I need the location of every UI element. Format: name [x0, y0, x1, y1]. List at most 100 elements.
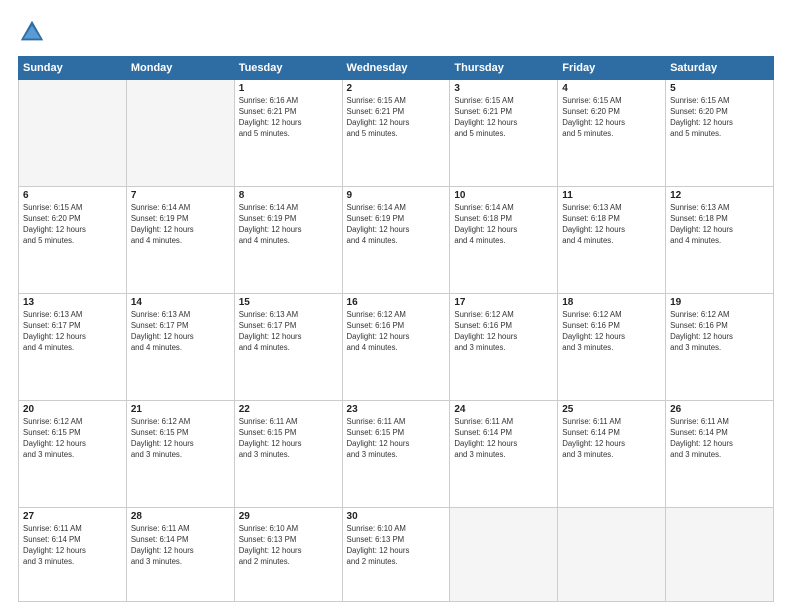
day-info: Sunrise: 6:13 AM Sunset: 6:17 PM Dayligh… — [131, 310, 230, 354]
day-info: Sunrise: 6:14 AM Sunset: 6:19 PM Dayligh… — [347, 203, 446, 247]
header — [18, 18, 774, 46]
calendar-cell: 25 Sunrise: 6:11 AM Sunset: 6:14 PM Dayli… — [558, 401, 666, 508]
day-number: 19 — [670, 297, 769, 308]
calendar-cell: 9 Sunrise: 6:14 AM Sunset: 6:19 PM Daylig… — [342, 187, 450, 294]
calendar-cell: 26 Sunrise: 6:11 AM Sunset: 6:14 PM Dayli… — [666, 401, 774, 508]
day-info: Sunrise: 6:11 AM Sunset: 6:15 PM Dayligh… — [347, 417, 446, 461]
day-number: 21 — [131, 404, 230, 415]
calendar-week-row: 1 Sunrise: 6:16 AM Sunset: 6:21 PM Daylig… — [19, 80, 774, 187]
day-info: Sunrise: 6:14 AM Sunset: 6:18 PM Dayligh… — [454, 203, 553, 247]
calendar-cell: 3 Sunrise: 6:15 AM Sunset: 6:21 PM Daylig… — [450, 80, 558, 187]
calendar-header-monday: Monday — [126, 57, 234, 80]
day-info: Sunrise: 6:16 AM Sunset: 6:21 PM Dayligh… — [239, 96, 338, 140]
day-info: Sunrise: 6:15 AM Sunset: 6:21 PM Dayligh… — [454, 96, 553, 140]
day-number: 25 — [562, 404, 661, 415]
day-info: Sunrise: 6:11 AM Sunset: 6:14 PM Dayligh… — [23, 524, 122, 568]
calendar-header-sunday: Sunday — [19, 57, 127, 80]
calendar-header-thursday: Thursday — [450, 57, 558, 80]
day-number: 14 — [131, 297, 230, 308]
day-number: 13 — [23, 297, 122, 308]
day-info: Sunrise: 6:11 AM Sunset: 6:14 PM Dayligh… — [454, 417, 553, 461]
calendar-cell: 21 Sunrise: 6:12 AM Sunset: 6:15 PM Dayli… — [126, 401, 234, 508]
calendar-cell: 7 Sunrise: 6:14 AM Sunset: 6:19 PM Daylig… — [126, 187, 234, 294]
calendar-cell — [558, 508, 666, 602]
day-number: 17 — [454, 297, 553, 308]
day-info: Sunrise: 6:10 AM Sunset: 6:13 PM Dayligh… — [239, 524, 338, 568]
day-info: Sunrise: 6:11 AM Sunset: 6:15 PM Dayligh… — [239, 417, 338, 461]
day-number: 23 — [347, 404, 446, 415]
day-number: 27 — [23, 511, 122, 522]
calendar-cell — [450, 508, 558, 602]
calendar-cell: 18Sunrise: 6:12 AM Sunset: 6:16 PM Dayli… — [558, 294, 666, 401]
calendar-cell: 10 Sunrise: 6:14 AM Sunset: 6:18 PM Dayli… — [450, 187, 558, 294]
day-number: 24 — [454, 404, 553, 415]
calendar-week-row: 13 Sunrise: 6:13 AM Sunset: 6:17 PM Dayli… — [19, 294, 774, 401]
day-number: 28 — [131, 511, 230, 522]
day-number: 30 — [347, 511, 446, 522]
calendar-header-saturday: Saturday — [666, 57, 774, 80]
calendar-cell — [126, 80, 234, 187]
day-number: 6 — [23, 190, 122, 201]
calendar-cell: 5Sunrise: 6:15 AM Sunset: 6:20 PM Daylig… — [666, 80, 774, 187]
calendar-cell: 29 Sunrise: 6:10 AM Sunset: 6:13 PM Dayli… — [234, 508, 342, 602]
calendar-cell: 16Sunrise: 6:12 AM Sunset: 6:16 PM Dayli… — [342, 294, 450, 401]
calendar-cell: 1 Sunrise: 6:16 AM Sunset: 6:21 PM Daylig… — [234, 80, 342, 187]
calendar-cell: 23 Sunrise: 6:11 AM Sunset: 6:15 PM Dayli… — [342, 401, 450, 508]
day-info: Sunrise: 6:15 AM Sunset: 6:20 PM Dayligh… — [562, 96, 661, 140]
calendar-cell: 15Sunrise: 6:13 AM Sunset: 6:17 PM Dayli… — [234, 294, 342, 401]
day-info: Sunrise: 6:12 AM Sunset: 6:15 PM Dayligh… — [23, 417, 122, 461]
calendar-cell: 6Sunrise: 6:15 AM Sunset: 6:20 PM Daylig… — [19, 187, 127, 294]
calendar-week-row: 27 Sunrise: 6:11 AM Sunset: 6:14 PM Dayli… — [19, 508, 774, 602]
day-info: Sunrise: 6:13 AM Sunset: 6:17 PM Dayligh… — [23, 310, 122, 354]
calendar-cell: 2 Sunrise: 6:15 AM Sunset: 6:21 PM Daylig… — [342, 80, 450, 187]
day-number: 1 — [239, 83, 338, 94]
calendar-cell: 19 Sunrise: 6:12 AM Sunset: 6:16 PM Dayli… — [666, 294, 774, 401]
day-number: 2 — [347, 83, 446, 94]
day-info: Sunrise: 6:12 AM Sunset: 6:16 PM Dayligh… — [670, 310, 769, 354]
day-info: Sunrise: 6:14 AM Sunset: 6:19 PM Dayligh… — [131, 203, 230, 247]
calendar-cell: 30 Sunrise: 6:10 AM Sunset: 6:13 PM Dayli… — [342, 508, 450, 602]
calendar-cell: 20Sunrise: 6:12 AM Sunset: 6:15 PM Dayli… — [19, 401, 127, 508]
day-number: 4 — [562, 83, 661, 94]
calendar-header-friday: Friday — [558, 57, 666, 80]
day-number: 7 — [131, 190, 230, 201]
day-info: Sunrise: 6:10 AM Sunset: 6:13 PM Dayligh… — [347, 524, 446, 568]
calendar-cell: 14 Sunrise: 6:13 AM Sunset: 6:17 PM Dayli… — [126, 294, 234, 401]
day-info: Sunrise: 6:11 AM Sunset: 6:14 PM Dayligh… — [562, 417, 661, 461]
day-number: 9 — [347, 190, 446, 201]
day-info: Sunrise: 6:12 AM Sunset: 6:15 PM Dayligh… — [131, 417, 230, 461]
calendar-header-tuesday: Tuesday — [234, 57, 342, 80]
calendar-cell: 28 Sunrise: 6:11 AM Sunset: 6:14 PM Dayli… — [126, 508, 234, 602]
day-number: 10 — [454, 190, 553, 201]
day-number: 12 — [670, 190, 769, 201]
day-number: 18 — [562, 297, 661, 308]
day-info: Sunrise: 6:15 AM Sunset: 6:21 PM Dayligh… — [347, 96, 446, 140]
calendar-cell: 17Sunrise: 6:12 AM Sunset: 6:16 PM Dayli… — [450, 294, 558, 401]
calendar-cell — [19, 80, 127, 187]
day-number: 22 — [239, 404, 338, 415]
calendar-header-wednesday: Wednesday — [342, 57, 450, 80]
day-info: Sunrise: 6:13 AM Sunset: 6:18 PM Dayligh… — [562, 203, 661, 247]
page: SundayMondayTuesdayWednesdayThursdayFrid… — [0, 0, 792, 612]
logo-icon — [18, 18, 46, 46]
day-info: Sunrise: 6:12 AM Sunset: 6:16 PM Dayligh… — [347, 310, 446, 354]
day-info: Sunrise: 6:11 AM Sunset: 6:14 PM Dayligh… — [131, 524, 230, 568]
calendar-header-row: SundayMondayTuesdayWednesdayThursdayFrid… — [19, 57, 774, 80]
calendar-cell: 24 Sunrise: 6:11 AM Sunset: 6:14 PM Dayli… — [450, 401, 558, 508]
logo — [18, 18, 50, 46]
day-info: Sunrise: 6:15 AM Sunset: 6:20 PM Dayligh… — [670, 96, 769, 140]
day-number: 15 — [239, 297, 338, 308]
calendar-cell: 27 Sunrise: 6:11 AM Sunset: 6:14 PM Dayli… — [19, 508, 127, 602]
calendar-cell: 11Sunrise: 6:13 AM Sunset: 6:18 PM Dayli… — [558, 187, 666, 294]
calendar-week-row: 6Sunrise: 6:15 AM Sunset: 6:20 PM Daylig… — [19, 187, 774, 294]
day-number: 8 — [239, 190, 338, 201]
day-number: 26 — [670, 404, 769, 415]
day-info: Sunrise: 6:11 AM Sunset: 6:14 PM Dayligh… — [670, 417, 769, 461]
day-info: Sunrise: 6:13 AM Sunset: 6:18 PM Dayligh… — [670, 203, 769, 247]
day-number: 29 — [239, 511, 338, 522]
calendar-cell — [666, 508, 774, 602]
day-info: Sunrise: 6:14 AM Sunset: 6:19 PM Dayligh… — [239, 203, 338, 247]
calendar-cell: 13 Sunrise: 6:13 AM Sunset: 6:17 PM Dayli… — [19, 294, 127, 401]
day-number: 3 — [454, 83, 553, 94]
calendar-table: SundayMondayTuesdayWednesdayThursdayFrid… — [18, 56, 774, 602]
